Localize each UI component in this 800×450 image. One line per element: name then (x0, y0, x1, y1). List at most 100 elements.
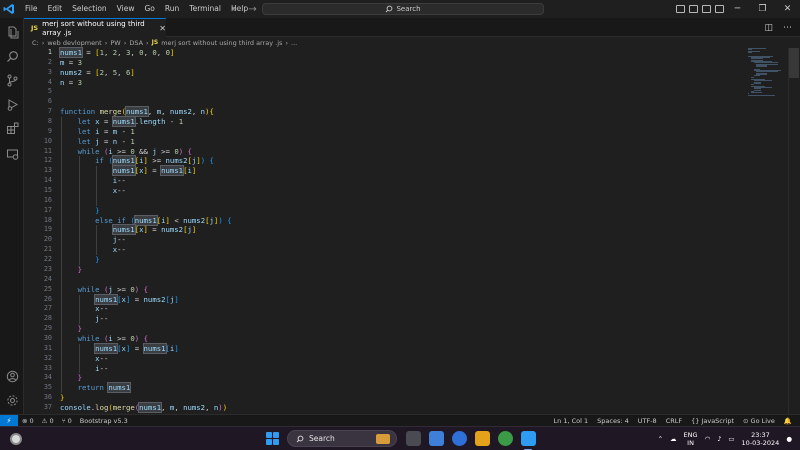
accounts-icon[interactable] (4, 368, 20, 384)
weather-widget-icon[interactable] (10, 433, 22, 445)
vertical-scrollbar[interactable] (788, 48, 800, 414)
language-mode[interactable]: {} JavaScript (691, 417, 734, 425)
breadcrumb-symbol[interactable]: ... (291, 39, 297, 47)
restore-icon[interactable]: ❐ (750, 0, 775, 18)
code-line[interactable]: while (j >= 0) { (60, 285, 148, 295)
toggle-secondary-sidebar-icon[interactable] (702, 5, 711, 13)
minimize-icon[interactable]: ─ (725, 0, 750, 18)
code-line[interactable]: return nums1 (60, 382, 132, 394)
command-center-search[interactable]: Search (262, 3, 544, 15)
code-line[interactable]: } (60, 265, 82, 275)
battery-icon[interactable]: ▭ (728, 435, 734, 443)
extensions-icon[interactable] (4, 120, 20, 136)
code-editor[interactable]: 1 2 3 4 5 6 7 8 9 10 11 12 13 14 15 16 17 18 19 20 21 22 23 24 2… (24, 47, 800, 414)
code-line[interactable]: } (60, 255, 99, 265)
bootstrap-status[interactable]: Bootstrap v5.3 (80, 417, 128, 425)
menu-terminal[interactable]: Terminal (184, 0, 226, 18)
toggle-primary-sidebar-icon[interactable] (676, 5, 685, 13)
code-line[interactable]: m = 3 (60, 58, 82, 68)
taskbar-search[interactable]: Search (287, 430, 397, 447)
breadcrumb-folder[interactable]: web devlopment (47, 39, 101, 47)
code-line[interactable]: x-- (60, 304, 108, 314)
teams-chat-icon[interactable] (429, 431, 444, 446)
copilot-icon[interactable] (452, 431, 467, 446)
back-arrow-icon[interactable]: ← (232, 4, 240, 15)
source-control-icon[interactable] (4, 72, 20, 88)
remote-explorer-icon[interactable] (4, 146, 20, 162)
code-line[interactable]: } (60, 373, 82, 383)
minimap[interactable] (748, 48, 781, 98)
code-line[interactable]: i-- (60, 364, 108, 374)
scrollbar-thumb[interactable] (789, 48, 799, 78)
close-window-icon[interactable]: ✕ (775, 0, 800, 18)
task-view-icon[interactable] (406, 431, 421, 446)
code-line[interactable]: if (nums1[i] >= nums2[j]) { (60, 155, 214, 167)
encoding[interactable]: UTF-8 (638, 417, 657, 425)
code-line[interactable]: let x = nums1.length - 1 (60, 116, 183, 128)
code-line[interactable]: x-- (60, 354, 108, 364)
tab-close-icon[interactable]: ✕ (159, 24, 166, 33)
code-line[interactable]: nums1[x] = nums1[i] (60, 165, 196, 177)
menu-go[interactable]: Go (139, 0, 159, 18)
code-line[interactable]: x-- (60, 186, 126, 196)
code-line[interactable]: nums1[x] = nums2[j] (60, 224, 196, 236)
run-debug-icon[interactable] (4, 96, 20, 112)
code-line[interactable]: nums2 = [2, 5, 6] (60, 68, 135, 78)
settings-gear-icon[interactable] (4, 392, 20, 408)
code-line[interactable]: console.log(merge(nums1, m, nums2, n)) (60, 401, 227, 413)
code-line[interactable]: let i = m - 1 (60, 127, 135, 137)
language-indicator[interactable]: ENG IN (684, 431, 698, 447)
wifi-icon[interactable]: ◠ (705, 435, 711, 443)
menu-edit[interactable]: Edit (43, 0, 68, 18)
vscode-taskbar-icon[interactable] (521, 431, 536, 446)
indentation[interactable]: Spaces: 4 (597, 417, 629, 425)
cloud-icon[interactable]: ☁ (670, 435, 677, 443)
customize-layout-icon[interactable] (715, 5, 724, 13)
code-line[interactable]: while (i >= 0) { (60, 334, 148, 344)
code-line[interactable]: n = 3 (60, 78, 82, 88)
code-line[interactable]: function merge(nums1, m, nums2, n){ (60, 106, 214, 118)
menu-run[interactable]: Run (160, 0, 184, 18)
code-line[interactable]: let j = n - 1 (60, 137, 135, 147)
forward-arrow-icon[interactable]: → (248, 4, 256, 15)
menu-view[interactable]: View (112, 0, 140, 18)
windows-start-icon[interactable] (266, 432, 279, 445)
problems-warnings[interactable]: ⚠ 0 (42, 417, 54, 425)
editor-tab[interactable]: JS merj sort without using third array .… (24, 18, 166, 37)
menu-selection[interactable]: Selection (67, 0, 112, 18)
breadcrumb-folder[interactable]: DSA (129, 39, 143, 47)
code-line[interactable]: } (60, 393, 64, 403)
breadcrumb-folder[interactable]: PW (110, 39, 120, 47)
code-line[interactable]: nums1 = [1, 2, 3, 0, 0, 0] (59, 47, 174, 58)
more-actions-icon[interactable]: ⋯ (783, 23, 792, 33)
breadcrumb-file[interactable]: merj sort without using third array .js (161, 39, 282, 47)
ports-indicator[interactable]: ⑂ 0 (62, 417, 72, 425)
code-line[interactable]: x-- (60, 245, 126, 255)
chrome-icon[interactable] (498, 431, 513, 446)
search-sidebar-icon[interactable] (4, 48, 20, 64)
menu-file[interactable]: File (20, 0, 43, 18)
line-number: 31 (43, 343, 52, 352)
code-line[interactable]: } (60, 324, 82, 334)
toggle-panel-icon[interactable] (689, 5, 698, 13)
code-line[interactable]: while (i >= 0 && j >= 0) { (60, 147, 192, 157)
show-hidden-icons-icon[interactable]: ⌃ (658, 435, 663, 443)
cursor-position[interactable]: Ln 1, Col 1 (554, 417, 589, 425)
end-of-line[interactable]: CRLF (666, 417, 682, 425)
remote-indicator[interactable]: ⚡ (0, 414, 18, 427)
code-line[interactable]: } (60, 206, 99, 216)
volume-icon[interactable]: ♪ (717, 435, 721, 443)
code-line[interactable]: i-- (60, 176, 126, 186)
go-live-button[interactable]: ⊙ Go Live (743, 417, 775, 425)
notification-icon[interactable]: ● (786, 435, 792, 443)
breadcrumb-drive[interactable]: C: (32, 39, 39, 47)
code-line[interactable]: else if (nums1[i] < nums2[j]) { (60, 214, 232, 226)
code-line[interactable]: j-- (60, 314, 108, 324)
file-explorer-icon[interactable] (475, 431, 490, 446)
clock[interactable]: 23:37 10-03-2024 (742, 431, 780, 447)
problems-errors[interactable]: ⊗ 0 (22, 417, 34, 425)
notifications-bell-icon[interactable]: 🔔 (784, 417, 792, 425)
explorer-icon[interactable] (4, 24, 20, 40)
code-line[interactable]: j-- (60, 235, 126, 245)
split-editor-icon[interactable]: ◫ (764, 23, 773, 33)
